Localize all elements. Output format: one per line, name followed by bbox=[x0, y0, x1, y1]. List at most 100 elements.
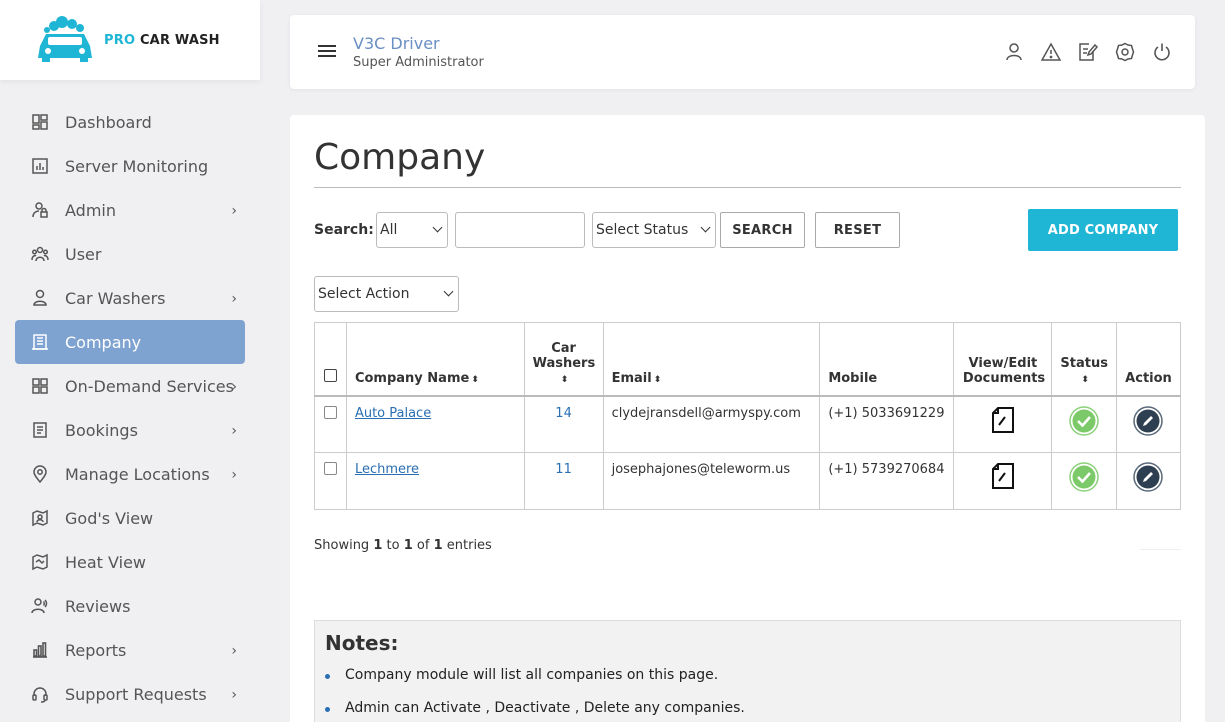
search-scope-select[interactable]: All bbox=[376, 212, 448, 248]
select-all-checkbox[interactable] bbox=[323, 368, 337, 382]
company-name-link[interactable]: Auto Palace bbox=[355, 406, 431, 421]
column-mobile: Mobile bbox=[819, 322, 955, 396]
sidebar-item-support-requests[interactable]: Support Requests › bbox=[15, 672, 245, 716]
column-label: Action bbox=[1125, 370, 1172, 386]
hamburger-menu-icon[interactable] bbox=[318, 45, 336, 59]
power-icon[interactable] bbox=[1151, 41, 1173, 63]
brand-name: PRO CAR WASH bbox=[104, 33, 220, 48]
edit-note-icon[interactable] bbox=[1077, 41, 1099, 63]
list-item: Admin can Activate , Deactivate , Delete… bbox=[325, 700, 745, 716]
edit-pencil-icon[interactable] bbox=[1133, 405, 1164, 440]
search-scope-value: All bbox=[380, 222, 398, 238]
sidebar-item-dashboard[interactable]: Dashboard bbox=[15, 100, 245, 144]
add-company-button[interactable]: ADD COMPANY bbox=[1028, 209, 1178, 251]
row-checkbox[interactable] bbox=[323, 405, 337, 419]
sidebar-item-on-demand-services[interactable]: On-Demand Services › bbox=[15, 364, 245, 408]
sidebar-item-label: Bookings bbox=[65, 420, 138, 440]
sidebar-item-reports[interactable]: Reports › bbox=[15, 628, 245, 672]
edit-pencil-icon[interactable] bbox=[1133, 462, 1164, 496]
notes-list: Company module will list all companies o… bbox=[325, 667, 745, 722]
warning-icon[interactable] bbox=[1040, 41, 1062, 63]
sidebar-item-server-monitoring[interactable]: Server Monitoring bbox=[15, 144, 245, 188]
map-person-icon bbox=[31, 509, 49, 527]
car-washers-cell: 11 bbox=[523, 452, 604, 510]
mobile-cell: (+1) 5033691229 bbox=[819, 394, 955, 453]
sort-icon: ⬍ bbox=[471, 374, 479, 385]
company-name-cell: Auto Palace bbox=[345, 394, 525, 453]
company-table: Company Name ⬍ Car Washers ⬍ Email ⬍ Mobile… bbox=[314, 322, 1182, 510]
active-status-icon[interactable] bbox=[1069, 462, 1099, 496]
brand-logo[interactable]: PRO CAR WASH bbox=[0, 0, 260, 80]
sidebar-item-label: Manage Locations bbox=[65, 464, 210, 484]
user-icon[interactable] bbox=[1003, 41, 1025, 63]
car-washers-count[interactable]: 11 bbox=[555, 462, 572, 477]
column-email[interactable]: Email ⬍ bbox=[602, 322, 821, 396]
chevron-right-icon: › bbox=[231, 423, 237, 439]
chevron-right-icon: › bbox=[231, 467, 237, 483]
sidebar-item-reviews[interactable]: Reviews bbox=[15, 584, 245, 628]
column-label: Company Name bbox=[354, 370, 470, 386]
sidebar-item-label: Reports bbox=[65, 640, 127, 660]
sidebar-item-gods-view[interactable]: God's View bbox=[15, 496, 245, 540]
email-cell: josephajones@teleworm.us bbox=[602, 452, 821, 510]
sidebar-item-car-washers[interactable]: Car Washers › bbox=[15, 276, 245, 320]
showing-of-word: of bbox=[416, 538, 430, 553]
column-company-name[interactable]: Company Name ⬍ bbox=[345, 322, 525, 396]
grid-icon bbox=[31, 377, 49, 395]
sidebar-item-bookings[interactable]: Bookings › bbox=[15, 408, 245, 452]
table-header-row: Company Name ⬍ Car Washers ⬍ Email ⬍ Mobile… bbox=[314, 322, 1182, 396]
action-cell bbox=[1115, 394, 1182, 453]
brand-rest: CAR WASH bbox=[139, 32, 220, 48]
showing-from: 1 bbox=[373, 538, 383, 553]
select-all-cell bbox=[314, 322, 347, 396]
pagination-info: Showing 1 to 1 of 1 entries bbox=[314, 538, 492, 553]
pagination[interactable] bbox=[1140, 533, 1181, 550]
company-name-cell: Lechmere bbox=[345, 452, 525, 510]
edit-document-icon[interactable] bbox=[990, 406, 1016, 438]
sort-icon: ⬍ bbox=[560, 374, 569, 385]
sidebar-item-manage-locations[interactable]: Manage Locations › bbox=[15, 452, 245, 496]
building-icon bbox=[31, 333, 49, 351]
table-row: Auto Palace 14 clydejransdell@armyspy.co… bbox=[314, 394, 1182, 453]
bulk-action-select[interactable]: Select Action bbox=[314, 276, 459, 312]
column-action: Action bbox=[1115, 322, 1182, 396]
status-select[interactable]: Select Status bbox=[592, 212, 716, 248]
settings-icon[interactable] bbox=[1114, 41, 1136, 63]
dashboard-icon bbox=[31, 113, 49, 131]
list-item: Company module will list all companies o… bbox=[325, 667, 745, 683]
search-button[interactable]: SEARCH bbox=[720, 212, 805, 248]
map-icon bbox=[31, 553, 49, 571]
column-car-washers[interactable]: Car Washers ⬍ bbox=[523, 322, 604, 396]
sidebar-item-label: User bbox=[65, 244, 102, 264]
sidebar-nav: Dashboard Server Monitoring Admin › User… bbox=[15, 100, 245, 716]
column-label: Mobile bbox=[828, 370, 878, 386]
edit-document-icon[interactable] bbox=[990, 463, 1016, 494]
chart-icon bbox=[31, 157, 49, 175]
sidebar-item-label: Company bbox=[65, 332, 142, 352]
sort-icon: ⬍ bbox=[1081, 374, 1089, 385]
car-wash-logo-icon bbox=[32, 16, 98, 64]
sidebar-item-company[interactable]: Company bbox=[15, 320, 245, 364]
sidebar-item-admin[interactable]: Admin › bbox=[15, 188, 245, 232]
notes-title: Notes: bbox=[325, 631, 399, 655]
column-label: Car Washers bbox=[532, 340, 596, 371]
sidebar-item-heat-view[interactable]: Heat View bbox=[15, 540, 245, 584]
car-washers-count[interactable]: 14 bbox=[555, 406, 572, 421]
table-row: Lechmere 11 josephajones@teleworm.us (+1… bbox=[314, 452, 1182, 510]
sort-icon: ⬍ bbox=[653, 374, 662, 385]
showing-prefix: Showing bbox=[314, 538, 370, 553]
column-status[interactable]: Status ⬍ bbox=[1051, 322, 1117, 396]
row-checkbox[interactable] bbox=[323, 462, 337, 475]
reset-button[interactable]: RESET bbox=[815, 212, 900, 248]
location-pin-icon bbox=[31, 465, 49, 483]
search-input[interactable] bbox=[455, 212, 585, 248]
company-name-link[interactable]: Lechmere bbox=[355, 462, 419, 477]
chevron-right-icon: › bbox=[231, 379, 237, 395]
sidebar-item-user[interactable]: User bbox=[15, 232, 245, 276]
chevron-right-icon: › bbox=[231, 687, 237, 703]
sidebar-item-label: Reviews bbox=[65, 596, 131, 616]
chevron-right-icon: › bbox=[231, 203, 237, 219]
active-status-icon[interactable] bbox=[1069, 405, 1099, 440]
sidebar-item-label: Car Washers bbox=[65, 288, 166, 308]
chevron-down-icon bbox=[443, 286, 454, 297]
